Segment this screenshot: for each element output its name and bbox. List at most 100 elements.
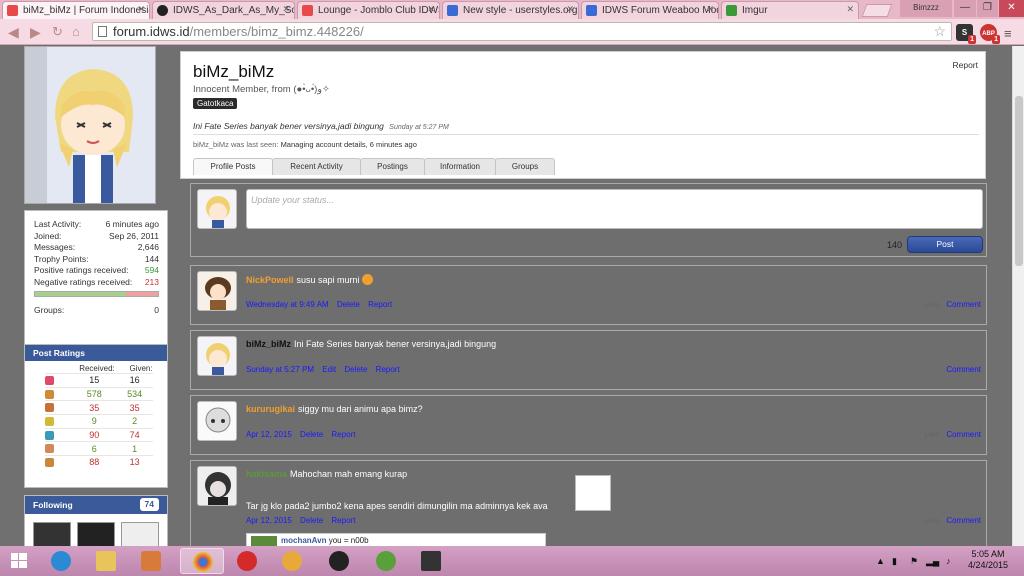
window-close-icon[interactable]: ✕ bbox=[999, 0, 1024, 17]
restore-icon[interactable]: ❐ bbox=[977, 0, 998, 17]
post-button[interactable]: Post bbox=[907, 236, 983, 253]
utorrent-icon[interactable] bbox=[367, 548, 405, 574]
tab-groups[interactable]: Groups bbox=[495, 158, 555, 175]
following-avatar[interactable] bbox=[77, 522, 115, 546]
comment-link[interactable]: Comment bbox=[946, 300, 981, 309]
close-icon[interactable]: ✕ bbox=[137, 4, 145, 15]
tray-signal-icon[interactable]: ▂▄ bbox=[926, 556, 939, 567]
scrollbar[interactable] bbox=[1012, 46, 1024, 546]
thumbs-up-icon bbox=[45, 389, 55, 399]
status-input[interactable]: Update your status... bbox=[246, 189, 983, 229]
profile-avatar[interactable] bbox=[24, 46, 156, 204]
comment-link[interactable]: Comment bbox=[946, 365, 981, 374]
internet-explorer-icon[interactable] bbox=[42, 548, 80, 574]
comment-link[interactable]: Comment bbox=[946, 430, 981, 439]
bookmark-star-icon[interactable]: ☆ bbox=[933, 23, 946, 40]
poster-avatar[interactable] bbox=[197, 466, 237, 506]
following-avatar[interactable] bbox=[121, 522, 159, 546]
poster-avatar[interactable] bbox=[197, 401, 237, 441]
status-text: Ini Fate Series banyak bener versinya,ja… bbox=[193, 121, 384, 131]
anime-avatar-icon bbox=[198, 190, 236, 228]
tab-title: IDWS Forum Weaboo Mode bbox=[602, 5, 719, 16]
post-time[interactable]: Apr 12, 2015 bbox=[246, 516, 292, 525]
tray-volume-icon[interactable]: ♪ bbox=[946, 556, 951, 566]
report-link[interactable]: Report bbox=[368, 300, 392, 309]
chrome-icon[interactable] bbox=[180, 548, 224, 574]
video-editor-icon[interactable] bbox=[412, 548, 450, 574]
status-update-box: Update your status... 140 Post bbox=[190, 183, 987, 257]
comment-avatar[interactable] bbox=[251, 536, 277, 546]
post-username[interactable]: kururugikai bbox=[246, 404, 295, 414]
reload-icon[interactable]: ↻ bbox=[52, 24, 63, 40]
edit-link[interactable]: Edit bbox=[322, 365, 336, 374]
ratings-header: Received: Given: bbox=[25, 361, 167, 373]
minimize-icon[interactable]: — bbox=[954, 0, 976, 17]
poster-avatar[interactable] bbox=[197, 336, 237, 376]
delete-link[interactable]: Delete bbox=[337, 300, 360, 309]
post-username[interactable]: biMz_biMz bbox=[246, 339, 291, 349]
post-username[interactable]: hakisama bbox=[246, 469, 287, 479]
tab-postings[interactable]: Postings bbox=[360, 158, 425, 175]
rating-given: 74 bbox=[129, 430, 140, 441]
tray-network-icon[interactable]: ▮ bbox=[892, 556, 897, 567]
post-text: Mahochan mah emang kurap bbox=[290, 469, 408, 479]
forward-arrow-icon[interactable]: ▶ bbox=[30, 24, 41, 41]
like-link[interactable]: Like bbox=[924, 516, 939, 525]
comment-link[interactable]: Comment bbox=[946, 516, 981, 525]
new-tab-button[interactable] bbox=[861, 4, 893, 17]
report-link[interactable]: Report bbox=[952, 60, 978, 70]
rating-received: 6 bbox=[91, 443, 97, 454]
character-avatar-icon bbox=[198, 272, 236, 310]
post-time[interactable]: Sunday at 5:27 PM bbox=[246, 365, 314, 374]
tab-lounge[interactable]: Lounge - Jomblo Club IDWS ✕ bbox=[297, 1, 440, 19]
post-time[interactable]: Wednesday at 9:49 AM bbox=[246, 300, 329, 309]
scrollbar-thumb[interactable] bbox=[1015, 96, 1023, 266]
windows-start-icon[interactable] bbox=[4, 548, 34, 574]
stat-value: 594 bbox=[144, 265, 159, 275]
tab-github[interactable]: IDWS_As_Dark_As_My_Soul ✕ bbox=[152, 1, 295, 19]
home-icon[interactable]: ⌂ bbox=[72, 24, 80, 39]
delete-link[interactable]: Delete bbox=[344, 365, 367, 374]
report-link[interactable]: Report bbox=[331, 430, 355, 439]
like-link[interactable]: Like bbox=[924, 300, 939, 309]
file-explorer-icon[interactable] bbox=[87, 548, 125, 574]
url-input[interactable]: forum.idws.id/members/bimz_bimz.448226/ … bbox=[92, 22, 952, 41]
tab-weaboo[interactable]: IDWS Forum Weaboo Mode ✕ bbox=[581, 1, 719, 19]
game-icon[interactable] bbox=[320, 548, 358, 574]
report-link[interactable]: Report bbox=[376, 365, 400, 374]
heart-icon bbox=[45, 375, 55, 385]
post-username[interactable]: NickPowell bbox=[246, 275, 294, 285]
delete-link[interactable]: Delete bbox=[300, 430, 323, 439]
tray-flag-icon[interactable]: ⚑ bbox=[910, 556, 918, 567]
following-header[interactable]: Following 74 bbox=[25, 496, 167, 514]
tab-recent-activity[interactable]: Recent Activity bbox=[272, 158, 361, 175]
close-icon[interactable]: ✕ bbox=[427, 4, 435, 15]
tab-imgur[interactable]: Imgur ✕ bbox=[721, 1, 859, 19]
close-icon[interactable]: ✕ bbox=[566, 4, 574, 15]
media-player-icon[interactable] bbox=[132, 548, 170, 574]
close-icon[interactable]: ✕ bbox=[846, 4, 854, 15]
tab-userstyles[interactable]: New style - userstyles.org ✕ bbox=[442, 1, 579, 19]
close-icon[interactable]: ✕ bbox=[706, 4, 714, 15]
poster-avatar[interactable] bbox=[197, 271, 237, 311]
tray-expand-icon[interactable]: ▲ bbox=[876, 556, 885, 566]
tab-profile[interactable]: biMz_biMz | Forum Indonesia ✕ bbox=[2, 1, 150, 19]
back-arrow-icon[interactable]: ◀ bbox=[8, 24, 19, 41]
adblock-plus-icon[interactable]: ABP 1 bbox=[980, 24, 1000, 44]
post-ratings-title: Post Ratings bbox=[25, 345, 167, 361]
post-text-continued: Tar jg klo pada2 jumbo2 kena apes sendir… bbox=[246, 501, 548, 511]
paint-icon[interactable] bbox=[273, 548, 311, 574]
like-link[interactable]: Like bbox=[924, 430, 939, 439]
tab-profile-posts[interactable]: Profile Posts bbox=[193, 158, 273, 175]
system-clock[interactable]: 5:05 AM 4/24/2015 bbox=[968, 549, 1008, 571]
post-time[interactable]: Apr 12, 2015 bbox=[246, 430, 292, 439]
tab-information[interactable]: Information bbox=[424, 158, 496, 175]
following-avatar[interactable] bbox=[33, 522, 71, 546]
report-link[interactable]: Report bbox=[331, 516, 355, 525]
delete-link[interactable]: Delete bbox=[300, 516, 323, 525]
close-icon[interactable]: ✕ bbox=[282, 4, 290, 15]
opera-icon[interactable] bbox=[228, 548, 266, 574]
menu-icon[interactable]: ≡ bbox=[1004, 26, 1012, 41]
comment-username[interactable]: mochanAvn bbox=[281, 536, 327, 545]
stylish-extension-icon[interactable]: S1 bbox=[956, 24, 976, 44]
